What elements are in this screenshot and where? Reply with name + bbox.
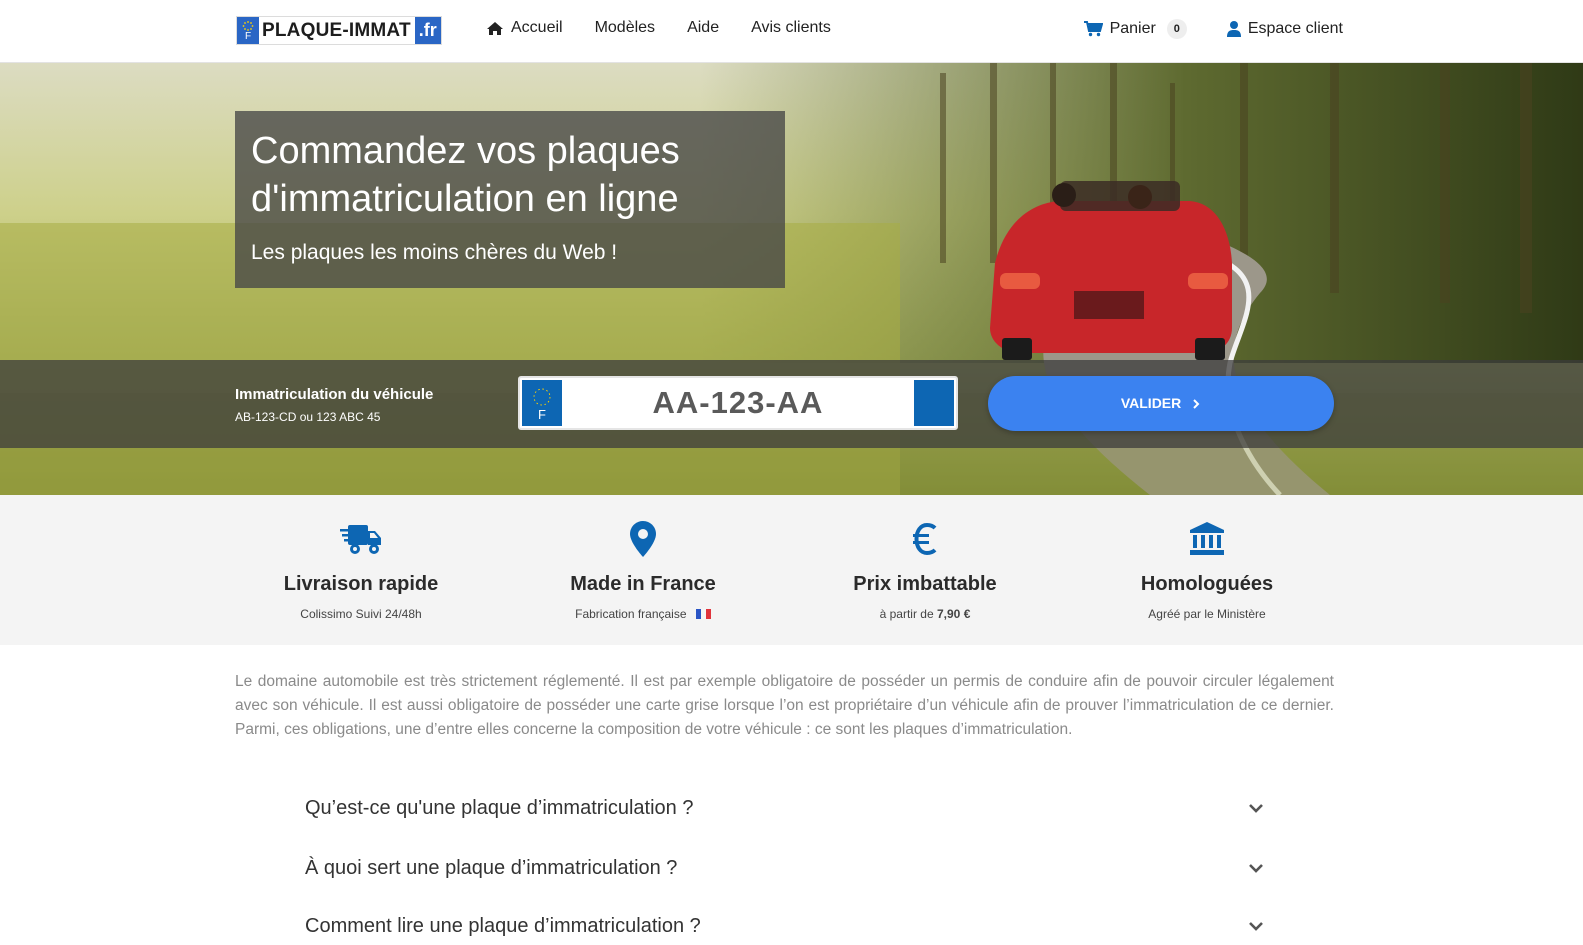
hero-subtitle: Les plaques les moins chères du Web ! [251, 241, 618, 264]
nav-link-label: Aide [687, 19, 720, 36]
validate-button-label: VALIDER [1120, 395, 1182, 411]
feature-subtitle-prefix: à partir de [879, 607, 934, 621]
chevron-down-icon [1249, 804, 1263, 813]
feature-homologated: Homologuées Agréé par le Ministère [1077, 519, 1337, 621]
cart-count-badge: 0 [1166, 19, 1187, 39]
hero-banner: Commandez vos plaques d'immatriculation … [0, 63, 1583, 495]
cart-icon [1083, 21, 1103, 37]
feature-title: Prix imbattable [853, 573, 997, 595]
shipping-truck-icon [340, 525, 381, 554]
feature-subtitle: Fabrication française [575, 607, 687, 621]
nav-link-label: Accueil [511, 19, 563, 36]
hero-title-box: Commandez vos plaques d'immatriculation … [235, 111, 785, 288]
features-strip: Livraison rapide Colissimo Suivi 24/48h … [0, 495, 1583, 645]
hero-title: Commandez vos plaques d'immatriculation … [251, 130, 680, 220]
chevron-down-icon [1249, 864, 1263, 873]
account-label: Espace client [1247, 20, 1343, 37]
eu-flag-icon: F [522, 380, 562, 426]
nav-link-accueil[interactable]: Accueil [486, 19, 563, 37]
plate-right-band [914, 380, 954, 426]
account-link[interactable]: Espace client [1226, 19, 1343, 39]
feature-subtitle-row: à partir de 7,90 € [795, 607, 1055, 621]
logo-tld: .fr [414, 17, 441, 44]
feature-title: Livraison rapide [283, 573, 439, 595]
feature-price: Prix imbattable à partir de 7,90 € [795, 519, 1055, 621]
intro-paragraph: Le domaine automobile est très stricteme… [235, 673, 1334, 738]
feature-delivery: Livraison rapide Colissimo Suivi 24/48h [231, 519, 491, 621]
nav-link-modeles[interactable]: Modèles [595, 19, 655, 37]
top-navbar: F PLAQUE-IMMAT .fr Accueil Modèles Aide … [0, 0, 1583, 63]
nav-link-aide[interactable]: Aide [687, 19, 719, 37]
french-flag-icon [695, 609, 711, 619]
feature-subtitle: Colissimo Suivi 24/48h [300, 607, 422, 621]
logo-eu-letter: F [244, 31, 252, 42]
nav-link-label: Modèles [594, 19, 656, 36]
nav-right: Panier 0 Espace client [1083, 19, 1343, 39]
cart-link[interactable]: Panier 0 [1083, 19, 1187, 39]
user-icon [1226, 21, 1241, 37]
feature-subtitle: Agréé par le Ministère [1148, 607, 1266, 621]
institution-icon [1190, 522, 1224, 555]
plate-field-label: Immatriculation du véhicule [235, 386, 434, 403]
map-pin-icon [630, 521, 656, 557]
validate-button[interactable]: VALIDER [988, 376, 1334, 431]
feature-title: Homologuées [1140, 573, 1274, 595]
main-nav: Accueil Modèles Aide Avis clients [486, 19, 831, 37]
faq-item[interactable]: Comment lire une plaque d’immatriculatio… [305, 908, 1265, 944]
faq-question: Qu’est-ce qu'une plaque d’immatriculatio… [305, 796, 694, 819]
home-icon [487, 21, 503, 35]
plate-eu-letter: F [538, 407, 546, 422]
faq-item[interactable]: À quoi sert une plaque d’immatriculation… [305, 850, 1265, 886]
plate-search-bar: Immatriculation du véhicule AB-123-CD ou… [0, 360, 1583, 448]
cart-label: Panier [1109, 20, 1156, 37]
license-plate-input-wrapper: F [518, 376, 958, 430]
faq-item[interactable]: Qu’est-ce qu'une plaque d’immatriculatio… [305, 790, 1265, 826]
feature-made-in-france: Made in France Fabrication française [513, 519, 773, 621]
chevron-down-icon [1249, 922, 1263, 931]
license-plate-input[interactable] [564, 382, 912, 424]
feature-subtitle-row: Fabrication française [513, 607, 773, 621]
plate-format-hint: AB-123-CD ou 123 ABC 45 [235, 410, 381, 424]
euro-icon [913, 523, 937, 555]
faq-question: À quoi sert une plaque d’immatriculation… [305, 856, 678, 879]
nav-link-avis-clients[interactable]: Avis clients [751, 19, 831, 37]
feature-title: Made in France [570, 573, 716, 595]
faq-question: Comment lire une plaque d’immatriculatio… [305, 914, 701, 937]
chevron-right-icon [1193, 399, 1200, 409]
feature-price-value: 7,90 € [937, 607, 971, 621]
nav-link-label: Avis clients [751, 19, 831, 36]
eu-flag-icon: F [237, 17, 259, 44]
site-logo[interactable]: F PLAQUE-IMMAT .fr [236, 16, 442, 45]
logo-text: PLAQUE-IMMAT [262, 20, 411, 41]
